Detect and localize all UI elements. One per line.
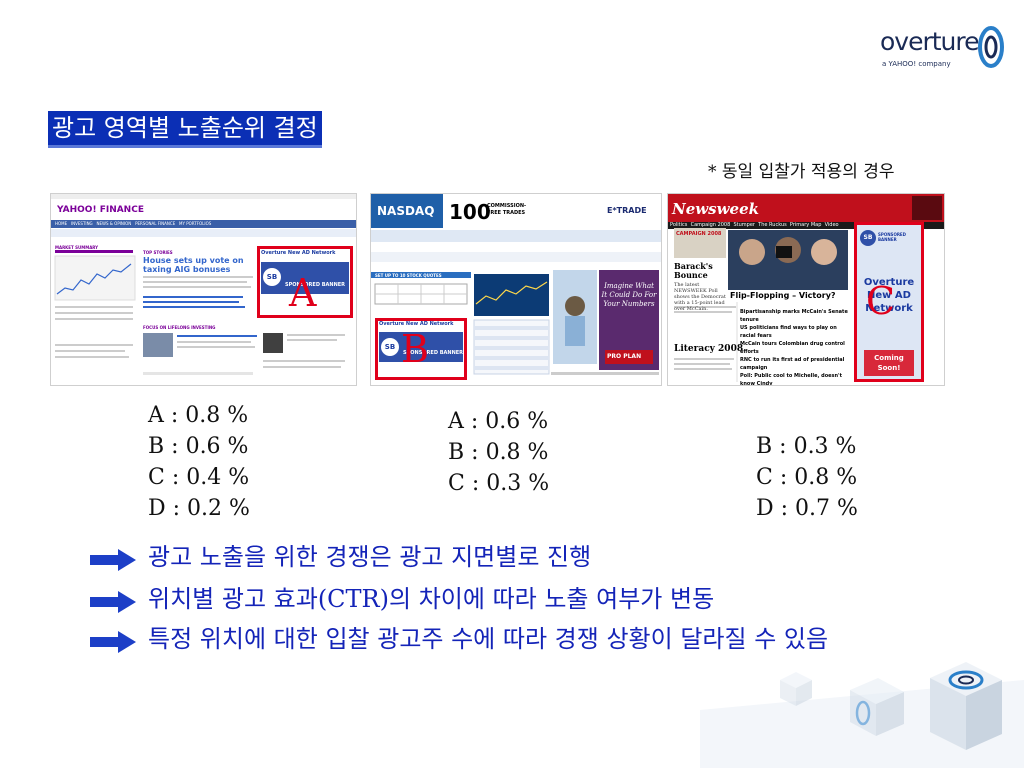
yahoo-story-headline: House sets up vote on taxing AIG bonuses <box>143 256 244 274</box>
rate-item: C : 0.8 % <box>756 465 858 490</box>
rates-yahoo: A : 0.8 % B : 0.6 % C : 0.4 % D : 0.2 % <box>148 400 250 524</box>
newsweek-small-story: Barack's Bounce <box>674 261 713 280</box>
rate-item: C : 0.3 % <box>448 471 550 496</box>
bullet-item: 위치별 광고 효과(CTR)의 차이에 따라 노출 여부가 변동 <box>90 585 1000 619</box>
decorative-cubes <box>700 662 1024 768</box>
page-title: 광고 영역별 노출순위 결정 <box>48 111 322 148</box>
newsweek-main-story: Flip-Flopping – Victory? <box>730 291 836 300</box>
newsweek-campaign-label: CAMPAIGN 2008 <box>676 231 722 237</box>
rate-item: B : 0.6 % <box>148 434 249 459</box>
overture-logo: overture a YAHOO! company <box>878 22 1008 72</box>
highlight-letter-a: A <box>289 271 317 315</box>
bullet-item: 광고 노출을 위한 경쟁은 광고 지면별로 진행 <box>90 543 1000 577</box>
yahoo-focus: FOCUS ON LIFELONG INVESTING <box>143 325 216 330</box>
yahoo-tab: NEWS & OPINION <box>96 221 132 226</box>
headline-item[interactable]: McCain tours Colombian drug control effo… <box>740 340 850 356</box>
nasdaq-brand: NASDAQ <box>377 204 435 218</box>
newsweek-nav-item: Stumper <box>733 222 755 228</box>
nasdaq-promo-text: COMMISSION-FREE TRADES <box>487 203 527 216</box>
newsweek-headlines: Bipartisanship marks McCain's Senate ten… <box>740 308 850 385</box>
rate-item: B : 0.8 % <box>448 440 549 465</box>
bullet-text: 위치별 광고 효과(CTR)의 차이에 따라 노출 여부가 변동 <box>148 585 715 613</box>
cube-icon <box>930 662 1002 750</box>
rate-item: A : 0.6 % <box>448 409 549 434</box>
yahoo-tab: PERSONAL FINANCE <box>135 221 176 226</box>
rate-item: C : 0.4 % <box>148 465 250 490</box>
nasdaq-side-ad-text: Imagine What It Could Do For Your Number… <box>601 282 657 308</box>
highlight-letter-c: C <box>866 279 896 323</box>
headline-item[interactable]: Bipartisanship marks McCain's Senate ten… <box>740 308 850 324</box>
newsweek-nav-item: Campaign 2008 <box>690 222 731 228</box>
yahoo-tab: MY PORTFOLIOS <box>179 221 212 226</box>
newsweek-small-story-desc: The latest NEWSWEEK Poll shows the Democ… <box>674 282 726 312</box>
rate-item: A : 0.8 % <box>148 403 249 428</box>
newsweek-literacy: Literacy 2008 <box>674 344 744 354</box>
newsweek-nav-item: Primary Map <box>789 222 822 228</box>
footnote: * 동일 입찰가 적용의 경우 <box>708 162 895 182</box>
logo-subtitle: a YAHOO! company <box>882 60 951 68</box>
yahoo-top-stories: TOP STORIES <box>143 250 173 255</box>
yahoo-finance-screenshot: YAHOO! FINANCE HOME INVESTING NEWS & OPI… <box>50 193 357 386</box>
newsweek-nav: Politics Campaign 2008 Stumper The Rucku… <box>670 222 860 228</box>
rates-nasdaq: A : 0.6 % B : 0.8 % C : 0.3 % <box>448 406 549 499</box>
arrow-right-icon <box>90 591 136 613</box>
arrow-right-icon <box>90 549 136 571</box>
nasdaq-screenshot: NASDAQ 100 COMMISSION-FREE TRADES E*TRAD… <box>370 193 662 386</box>
newsweek-nav-item: The Ruckus <box>758 222 787 228</box>
headline-item[interactable]: RNC to run its first ad of presidential … <box>740 356 850 372</box>
logo-wordmark: overture <box>880 27 980 56</box>
nasdaq-promo-number: 100 <box>449 200 491 224</box>
arrow-right-icon <box>90 631 136 653</box>
yahoo-brand: YAHOO! FINANCE <box>57 205 144 215</box>
newsweek-nav-item: Politics <box>670 222 688 228</box>
yahoo-tab: HOME <box>55 221 68 226</box>
nasdaq-broker: E*TRADE <box>607 206 647 215</box>
headline-item[interactable]: US politicians find ways to play on raci… <box>740 324 850 340</box>
rate-item: B : 0.3 % <box>756 434 857 459</box>
rate-item: D : 0.7 % <box>756 496 858 521</box>
bullet-text: 광고 노출을 위한 경쟁은 광고 지면별로 진행 <box>148 543 592 571</box>
headline-item[interactable]: Poll: Public cool to Michelle, doesn't k… <box>740 372 850 385</box>
newsweek-nav-item: Video <box>824 222 839 228</box>
nasdaq-quotes-title: SET UP TO 10 STOCK QUOTES <box>375 273 442 278</box>
yahoo-tabs: HOME INVESTING NEWS & OPINION PERSONAL F… <box>55 221 355 226</box>
yahoo-market-summary: MARKET SUMMARY <box>55 245 99 250</box>
highlight-letter-b: B <box>401 327 429 371</box>
overture-ring-icon <box>978 26 1004 68</box>
nasdaq-side-ad-brand: PRO PLAN <box>607 353 642 360</box>
newsweek-brand: Newsweek <box>672 200 760 218</box>
yahoo-tab: INVESTING <box>70 221 93 226</box>
rates-newsweek: B : 0.3 % C : 0.8 % D : 0.7 % <box>756 431 858 524</box>
rate-item: D : 0.2 % <box>148 496 250 521</box>
newsweek-screenshot: Newsweek Politics Campaign 2008 Stumper … <box>667 193 945 386</box>
